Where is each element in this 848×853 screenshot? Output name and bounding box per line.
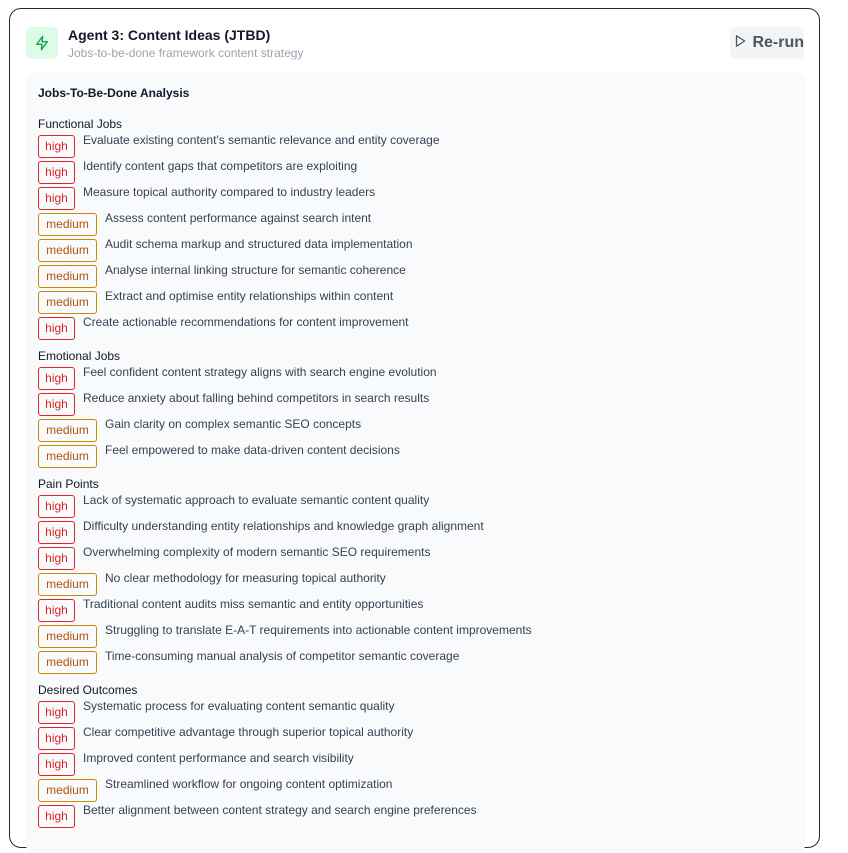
list-item-text: Feel empowered to make data-driven conte…: [105, 443, 400, 457]
priority-badge: medium: [38, 445, 97, 468]
section-title: Desired Outcomes: [38, 683, 138, 697]
rerun-label: Re-run: [752, 34, 804, 51]
list-item-text: Measure topical authority compared to in…: [83, 185, 376, 199]
card-header: Agent 3: Content Ideas (JTBD) Jobs-to-be…: [10, 9, 819, 73]
list-item-text: Improved content performance and search …: [83, 751, 354, 765]
list-item-text: Analyse internal linking structure for s…: [105, 263, 406, 277]
section-title: Pain Points: [38, 477, 99, 491]
list-item: high Reduce anxiety about falling behind …: [38, 391, 430, 416]
analysis-title: Jobs-To-Be-Done Analysis: [38, 86, 190, 100]
card-subtitle: Jobs-to-be-done framework content strate…: [68, 46, 304, 60]
list-item: medium Streamlined workflow for ongoing c…: [38, 777, 393, 802]
priority-badge: medium: [38, 419, 97, 442]
list-item: medium Audit schema markup and structured…: [38, 237, 413, 262]
list-item: medium Feel empowered to make data-driven…: [38, 443, 400, 468]
list-item: medium Time-consuming manual analysis of …: [38, 649, 460, 674]
priority-badge: high: [38, 161, 75, 184]
priority-badge: high: [38, 521, 75, 544]
list-item-text: Feel confident content strategy aligns w…: [83, 365, 437, 379]
list-item-text: Lack of systematic approach to evaluate …: [83, 493, 430, 507]
list-item: medium Gain clarity on complex semantic S…: [38, 417, 362, 442]
list-item-text: Traditional content audits miss semantic…: [83, 597, 424, 611]
priority-badge: medium: [38, 239, 97, 262]
list-item-text: Create actionable recommendations for co…: [83, 315, 409, 329]
priority-badge: high: [38, 727, 75, 750]
list-item: medium Struggling to translate E-A-T requ…: [38, 623, 532, 648]
priority-badge: high: [38, 187, 75, 210]
bolt-icon: [26, 27, 58, 59]
list-item: high Improved content performance and sea…: [38, 751, 354, 776]
jtbd-analysis-panel: Jobs-To-Be-Done Analysis Functional Jobs…: [26, 73, 805, 853]
list-item-text: Audit schema markup and structured data …: [105, 237, 413, 251]
list-item-text: Overwhelming complexity of modern semant…: [83, 545, 431, 559]
priority-badge: medium: [38, 213, 97, 236]
list-item: high Create actionable recommendations fo…: [38, 315, 409, 340]
list-item-text: Clear competitive advantage through supe…: [83, 725, 414, 739]
list-item: high Overwhelming complexity of modern se…: [38, 545, 431, 570]
list-item: medium Analyse internal linking structure…: [38, 263, 406, 288]
list-item-text: Reduce anxiety about falling behind comp…: [83, 391, 430, 405]
card-title: Agent 3: Content Ideas (JTBD): [68, 27, 271, 43]
priority-badge: high: [38, 753, 75, 776]
priority-badge: high: [38, 547, 75, 570]
list-item: high Identify content gaps that competito…: [38, 159, 358, 184]
play-icon: [733, 34, 747, 53]
list-item-text: Extract and optimise entity relationship…: [105, 289, 394, 303]
priority-badge: high: [38, 805, 75, 828]
priority-badge: high: [38, 701, 75, 724]
priority-badge: high: [38, 599, 75, 622]
list-item-text: Struggling to translate E-A-T requiremen…: [105, 623, 532, 637]
list-item: medium No clear methodology for measuring…: [38, 571, 386, 596]
list-item: high Clear competitive advantage through …: [38, 725, 414, 750]
list-item-text: Streamlined workflow for ongoing content…: [105, 777, 393, 791]
list-item-text: Assess content performance against searc…: [105, 211, 372, 225]
list-item: high Feel confident content strategy alig…: [38, 365, 437, 390]
list-item-text: Gain clarity on complex semantic SEO con…: [105, 417, 362, 431]
list-item-text: Better alignment between content strateg…: [83, 803, 477, 817]
list-item: medium Assess content performance against…: [38, 211, 372, 236]
list-item-text: Evaluate existing content's semantic rel…: [83, 133, 440, 147]
priority-badge: medium: [38, 625, 97, 648]
priority-badge: high: [38, 317, 75, 340]
list-item-text: Difficulty understanding entity relation…: [83, 519, 484, 533]
list-item: high Lack of systematic approach to evalu…: [38, 493, 430, 518]
list-item-text: Systematic process for evaluating conten…: [83, 699, 395, 713]
priority-badge: high: [38, 495, 75, 518]
priority-badge: medium: [38, 265, 97, 288]
list-item-text: No clear methodology for measuring topic…: [105, 571, 386, 585]
priority-badge: medium: [38, 291, 97, 314]
list-item: high Difficulty understanding entity rela…: [38, 519, 484, 544]
priority-badge: high: [38, 367, 75, 390]
list-item: high Traditional content audits miss sema…: [38, 597, 424, 622]
list-item: high Systematic process for evaluating co…: [38, 699, 395, 724]
list-item-text: Identify content gaps that competitors a…: [83, 159, 358, 173]
list-item: high Measure topical authority compared t…: [38, 185, 376, 210]
priority-badge: medium: [38, 573, 97, 596]
priority-badge: medium: [38, 779, 97, 802]
section-title: Functional Jobs: [38, 117, 123, 131]
priority-badge: high: [38, 393, 75, 416]
priority-badge: high: [38, 135, 75, 158]
priority-badge: medium: [38, 651, 97, 674]
list-item-text: Time-consuming manual analysis of compet…: [105, 649, 460, 663]
list-item: medium Extract and optimise entity relati…: [38, 289, 394, 314]
section-title: Emotional Jobs: [38, 349, 121, 363]
list-item: high Evaluate existing content's semantic…: [38, 133, 440, 158]
agent-card: Agent 3: Content Ideas (JTBD) Jobs-to-be…: [9, 8, 820, 853]
list-item: high Better alignment between content str…: [38, 803, 477, 828]
rerun-button[interactable]: Re-run: [730, 27, 804, 59]
